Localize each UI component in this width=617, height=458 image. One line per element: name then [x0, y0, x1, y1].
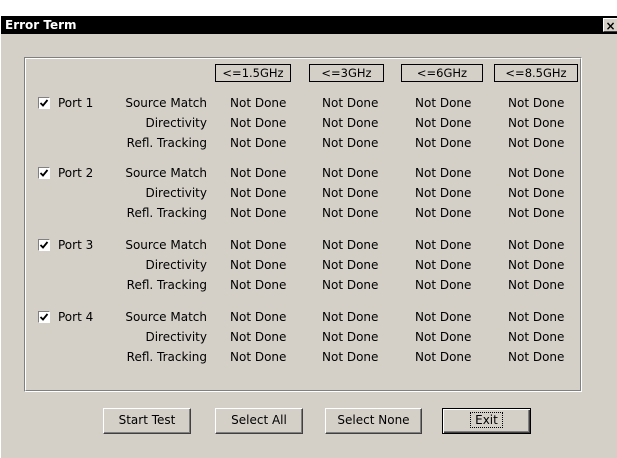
term-status-cell: Not Done — [508, 258, 565, 272]
select-none-button[interactable]: Select None — [325, 408, 422, 434]
term-label: Source Match — [125, 310, 207, 324]
port-2-checkbox[interactable]: Port 2 — [38, 165, 93, 181]
port-4-checkbox[interactable]: Port 4 — [38, 309, 93, 325]
term-status-cell: Not Done — [415, 278, 472, 292]
term-status-cell: Not Done — [230, 186, 287, 200]
term-status-cell: Not Done — [508, 136, 565, 150]
port-label: Port 2 — [58, 166, 94, 180]
term-status-cell: Not Done — [230, 116, 287, 130]
term-status-cell: Not Done — [415, 206, 472, 220]
header-1-5ghz: <=1.5GHz — [215, 64, 291, 82]
term-status-cell: Not Done — [415, 330, 472, 344]
title-bar: Error Term × — [1, 16, 617, 34]
term-status-cell: Not Done — [508, 206, 565, 220]
window-title: Error Term — [5, 18, 77, 32]
port-label: Port 1 — [58, 96, 94, 110]
term-status-cell: Not Done — [415, 166, 472, 180]
term-status-cell: Not Done — [230, 258, 287, 272]
term-status-cell: Not Done — [322, 206, 379, 220]
term-status-cell: Not Done — [322, 238, 379, 252]
term-status-cell: Not Done — [415, 186, 472, 200]
term-status-cell: Not Done — [230, 238, 287, 252]
checkbox-icon[interactable] — [38, 167, 50, 179]
term-status-cell: Not Done — [230, 310, 287, 324]
error-term-dialog: Error Term × <=1.5GHz <=3GHz <=6GHz <=8.… — [0, 15, 617, 458]
term-status-cell: Not Done — [508, 310, 565, 324]
term-status-cell: Not Done — [230, 96, 287, 110]
term-label: Source Match — [125, 238, 207, 252]
header-3ghz: <=3GHz — [309, 64, 384, 82]
term-status-cell: Not Done — [508, 96, 565, 110]
term-status-cell: Not Done — [322, 116, 379, 130]
term-status-cell: Not Done — [508, 116, 565, 130]
header-6ghz: <=6GHz — [401, 64, 483, 82]
term-status-cell: Not Done — [322, 350, 379, 364]
select-all-button[interactable]: Select All — [215, 408, 303, 434]
start-test-button[interactable]: Start Test — [103, 408, 191, 434]
term-status-cell: Not Done — [415, 116, 472, 130]
term-label: Source Match — [125, 96, 207, 110]
term-status-cell: Not Done — [230, 166, 287, 180]
term-status-cell: Not Done — [508, 166, 565, 180]
exit-button-label: Exit — [470, 412, 503, 428]
term-label: Directivity — [145, 186, 207, 200]
term-status-cell: Not Done — [230, 136, 287, 150]
checkbox-icon[interactable] — [38, 311, 50, 323]
port-1-checkbox[interactable]: Port 1 — [38, 95, 93, 111]
term-status-cell: Not Done — [322, 330, 379, 344]
checkbox-icon[interactable] — [38, 239, 50, 251]
header-8-5ghz: <=8.5GHz — [494, 64, 578, 82]
term-status-cell: Not Done — [508, 278, 565, 292]
close-button[interactable]: × — [603, 18, 617, 33]
term-label: Source Match — [125, 166, 207, 180]
term-status-cell: Not Done — [508, 350, 565, 364]
term-label: Directivity — [145, 258, 207, 272]
term-status-cell: Not Done — [508, 186, 565, 200]
term-status-cell: Not Done — [322, 310, 379, 324]
term-status-cell: Not Done — [508, 238, 565, 252]
term-status-cell: Not Done — [415, 310, 472, 324]
term-status-cell: Not Done — [230, 206, 287, 220]
term-status-cell: Not Done — [322, 278, 379, 292]
term-label: Refl. Tracking — [126, 350, 207, 364]
term-label: Refl. Tracking — [126, 278, 207, 292]
term-status-cell: Not Done — [322, 136, 379, 150]
term-status-cell: Not Done — [415, 136, 472, 150]
port-3-checkbox[interactable]: Port 3 — [38, 237, 93, 253]
term-status-cell: Not Done — [415, 96, 472, 110]
term-status-cell: Not Done — [322, 258, 379, 272]
term-status-cell: Not Done — [322, 186, 379, 200]
error-term-group — [24, 57, 582, 392]
term-status-cell: Not Done — [230, 350, 287, 364]
term-status-cell: Not Done — [230, 330, 287, 344]
term-label: Refl. Tracking — [126, 206, 207, 220]
term-status-cell: Not Done — [230, 278, 287, 292]
port-label: Port 4 — [58, 310, 94, 324]
term-status-cell: Not Done — [415, 258, 472, 272]
term-status-cell: Not Done — [322, 166, 379, 180]
term-label: Refl. Tracking — [126, 136, 207, 150]
port-label: Port 3 — [58, 238, 94, 252]
exit-button[interactable]: Exit — [442, 408, 531, 434]
term-label: Directivity — [145, 330, 207, 344]
term-status-cell: Not Done — [508, 330, 565, 344]
term-label: Directivity — [145, 116, 207, 130]
term-status-cell: Not Done — [322, 96, 379, 110]
checkbox-icon[interactable] — [38, 97, 50, 109]
term-status-cell: Not Done — [415, 238, 472, 252]
term-status-cell: Not Done — [415, 350, 472, 364]
